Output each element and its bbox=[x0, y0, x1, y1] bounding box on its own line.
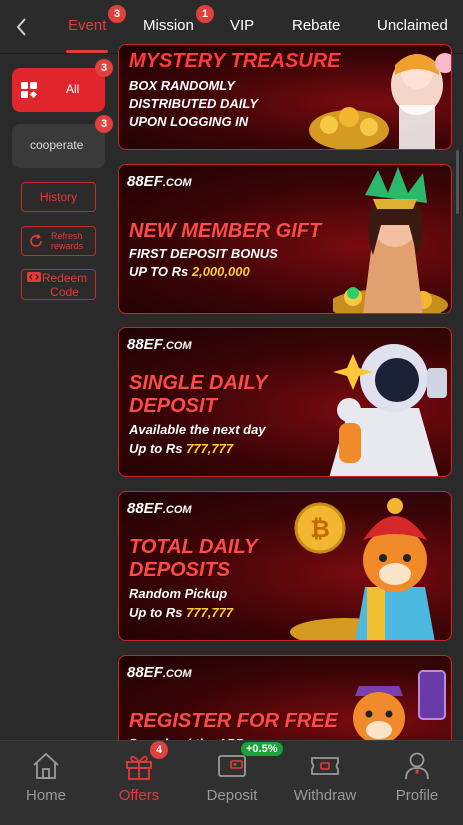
banner-line: UPON LOGGING IN bbox=[129, 114, 249, 129]
bottom-nav: Home Offers 4 Deposit Withdraw Profile bbox=[0, 740, 463, 825]
active-tab-indicator bbox=[66, 50, 108, 53]
nav-profile-label: Profile bbox=[395, 787, 439, 804]
nav-home[interactable]: Home bbox=[0, 741, 92, 825]
deposit-bonus-tag: +0.5% bbox=[241, 742, 283, 756]
banner-amount-line: Up to Rs 777,777 bbox=[129, 441, 234, 456]
nav-withdraw[interactable]: Withdraw bbox=[279, 741, 371, 825]
grid-icon bbox=[21, 82, 37, 98]
redeem-code-button[interactable]: Redeem Code bbox=[21, 269, 96, 300]
brand-logo: 88EF.COM bbox=[127, 500, 192, 517]
tab-mission[interactable]: Mission bbox=[143, 17, 194, 34]
category-cooperate-label: cooperate bbox=[30, 138, 84, 152]
refresh-rewards-label: Refresh rewards bbox=[51, 231, 84, 251]
category-all-label: All bbox=[66, 82, 80, 96]
tab-vip[interactable]: VIP bbox=[230, 17, 254, 34]
banner-amount-line: Up to Rs 777,777 bbox=[129, 605, 234, 620]
banner-title-line2: DEPOSIT bbox=[129, 395, 217, 417]
warrior-girl-illustration bbox=[333, 167, 448, 313]
ticket-icon bbox=[311, 757, 339, 775]
astronaut-illustration bbox=[329, 344, 447, 476]
offers-page: Event 3 Mission 1 VIP Rebate Unclaimed A… bbox=[0, 0, 463, 825]
banner-mystery-treasure[interactable]: MYSTERY TREASURE BOX RANDOMLY DISTRIBUTE… bbox=[118, 44, 452, 150]
tab-mission-badge: 1 bbox=[196, 5, 214, 23]
refresh-icon bbox=[30, 234, 42, 247]
banner-line: DISTRIBUTED DAILY bbox=[129, 96, 259, 111]
content-scrollbar[interactable] bbox=[456, 150, 459, 214]
refresh-rewards-button[interactable]: Refresh rewards bbox=[21, 226, 96, 256]
wallet-icon bbox=[218, 755, 246, 777]
nav-offers-label: Offers bbox=[118, 787, 160, 804]
tab-event-badge: 3 bbox=[108, 5, 126, 23]
banner-title: NEW MEMBER GIFT bbox=[129, 220, 322, 242]
banner-total-daily-deposits[interactable]: 88EF.COM TOTAL DAILY DEPOSITS Random Pic… bbox=[118, 491, 452, 641]
brand-logo: 88EF.COM bbox=[127, 664, 192, 681]
brand-logo: 88EF.COM bbox=[127, 336, 192, 353]
home-icon bbox=[33, 752, 59, 779]
nav-deposit-label: Deposit bbox=[206, 787, 258, 804]
banner-title: SINGLE DAILY bbox=[129, 372, 268, 394]
nav-offers[interactable]: Offers bbox=[93, 741, 185, 825]
banner-line: Random Pickup bbox=[129, 586, 228, 601]
banner-line: BOX RANDOMLY bbox=[129, 78, 235, 93]
tab-unclaimed[interactable]: Unclaimed bbox=[377, 17, 448, 34]
redeem-code-label: Redeem Code bbox=[41, 271, 88, 299]
banner-line: Available the next day bbox=[129, 422, 266, 437]
banner-new-member-gift[interactable]: 88EF.COM NEW MEMBER GIFT FIRST DEPOSIT B… bbox=[118, 164, 452, 314]
tiger-coin-illustration: ₿ bbox=[290, 498, 435, 640]
svg-text:₿: ₿ bbox=[310, 516, 330, 543]
banner-amount-line: UP TO Rs 2,000,000 bbox=[129, 264, 250, 279]
category-all-button[interactable]: All bbox=[12, 68, 105, 112]
category-all-badge: 3 bbox=[95, 59, 113, 77]
treasure-girl-illustration bbox=[309, 53, 451, 149]
back-chevron-icon[interactable] bbox=[10, 14, 34, 40]
category-cooperate-button[interactable]: cooperate bbox=[12, 124, 105, 168]
person-icon bbox=[405, 752, 429, 780]
history-button[interactable]: History bbox=[21, 182, 96, 212]
offers-badge: 4 bbox=[150, 741, 168, 759]
nav-withdraw-label: Withdraw bbox=[293, 787, 357, 804]
banner-line: FIRST DEPOSIT BONUS bbox=[129, 246, 278, 261]
banner-title: REGISTER FOR FREE bbox=[129, 710, 338, 732]
category-cooperate-badge: 3 bbox=[95, 115, 113, 133]
tab-event[interactable]: Event bbox=[68, 17, 106, 34]
tab-rebate[interactable]: Rebate bbox=[292, 17, 340, 34]
gift-icon bbox=[126, 755, 152, 780]
nav-home-label: Home bbox=[25, 787, 66, 804]
banner-single-daily-deposit[interactable]: 88EF.COM SINGLE DAILY DEPOSIT Available … bbox=[118, 327, 452, 477]
nav-profile[interactable]: Profile bbox=[371, 741, 463, 825]
banner-title-line2: DEPOSITS bbox=[129, 559, 231, 581]
banner-title: TOTAL DAILY bbox=[129, 536, 258, 558]
brand-logo: 88EF.COM bbox=[127, 173, 192, 190]
